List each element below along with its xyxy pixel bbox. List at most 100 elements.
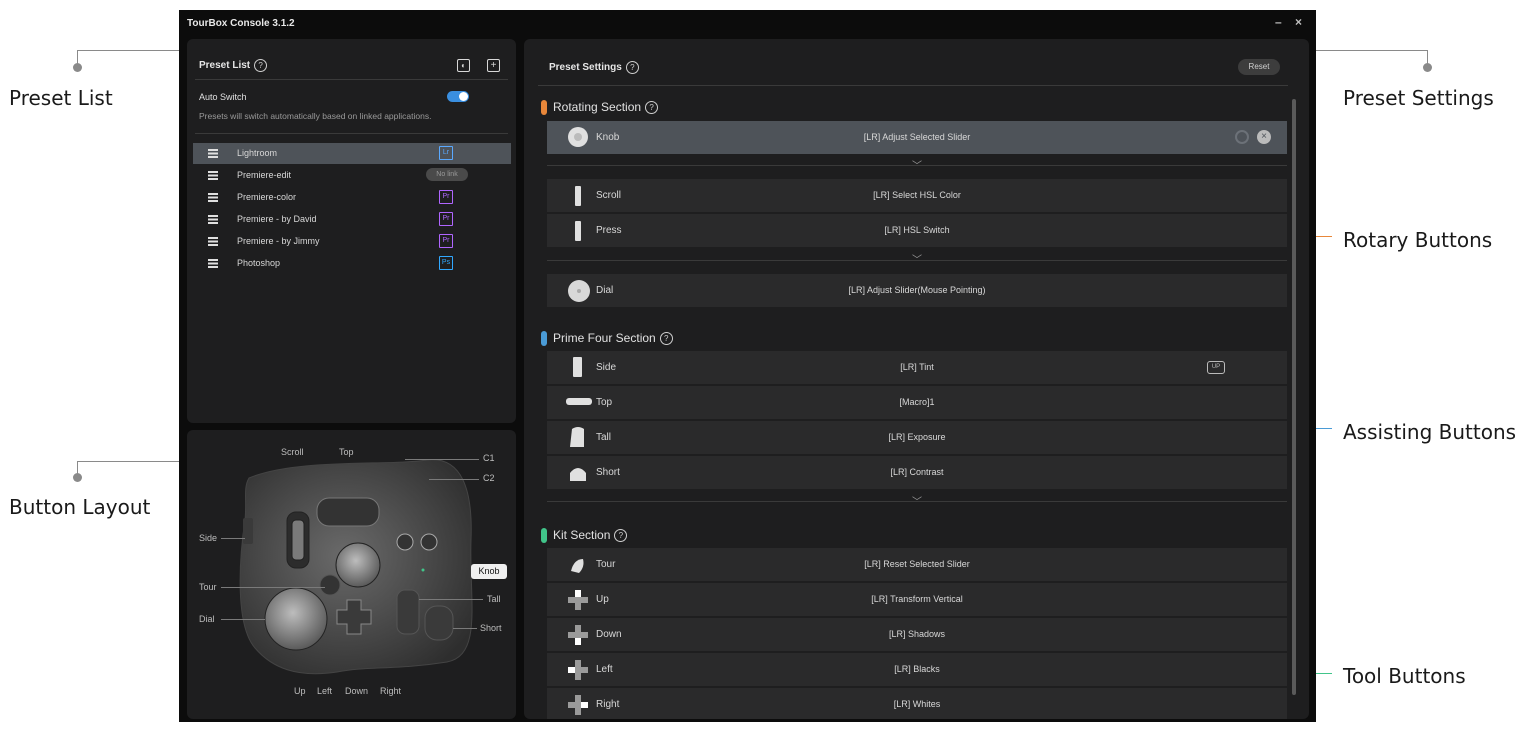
preset-item-lightroom[interactable]: Lightroom Lr xyxy=(193,143,511,164)
setting-row-knob[interactable]: Knob [LR] Adjust Selected Slider × xyxy=(547,121,1287,154)
setting-row-down[interactable]: Down [LR] Shadows xyxy=(547,618,1287,651)
title-bar: TourBox Console 3.1.2 – × xyxy=(179,10,1316,36)
setting-row-top[interactable]: Top [Macro]1 xyxy=(547,386,1287,419)
auto-switch-toggle[interactable] xyxy=(447,91,469,102)
preset-name: Premiere-edit xyxy=(237,170,292,180)
side-button xyxy=(243,518,253,544)
setting-row-tour[interactable]: Tour [LR] Reset Selected Slider xyxy=(547,548,1287,581)
help-icon[interactable]: ? xyxy=(645,101,659,115)
dial xyxy=(264,587,328,651)
button-layout-panel: Scroll Top C1 C2 Side Knob Tour Dial Tal… xyxy=(187,430,516,719)
setting-row-short[interactable]: Short [LR] Contrast xyxy=(547,456,1287,489)
label-dial: Dial xyxy=(199,614,215,624)
setting-row-dial[interactable]: Dial [LR] Adjust Slider(Mouse Pointing) xyxy=(547,274,1287,307)
menu-icon xyxy=(208,259,218,268)
row-function: [LR] Adjust Slider(Mouse Pointing) xyxy=(848,285,986,295)
import-preset-icon[interactable]: ◐ xyxy=(457,59,470,72)
preset-name: Photoshop xyxy=(237,258,281,268)
row-function: [LR] Shadows xyxy=(888,629,946,639)
label-top: Top xyxy=(339,447,354,457)
label-right: Right xyxy=(380,686,402,696)
divider xyxy=(538,85,1288,86)
row-function: [LR] Exposure xyxy=(888,432,946,442)
preset-item-premiere-color[interactable]: Premiere-color Pr xyxy=(193,187,511,208)
lightroom-app-icon: Lr xyxy=(439,146,453,160)
preset-item-premiere-jimmy[interactable]: Premiere - by Jimmy Pr xyxy=(193,231,511,252)
top-button xyxy=(316,497,380,527)
setting-row-right[interactable]: Right [LR] Whites xyxy=(547,688,1287,719)
label-c1: C1 xyxy=(483,453,495,463)
preset-name: Premiere-color xyxy=(237,192,297,202)
row-function: [LR] Transform Vertical xyxy=(871,594,963,604)
no-link-badge: No link xyxy=(426,168,468,181)
preset-name: Lightroom xyxy=(237,148,278,158)
menu-icon xyxy=(208,171,218,180)
chevron-down-icon[interactable]: ﹀ xyxy=(547,157,1287,172)
preset-name: Premiere - by Jimmy xyxy=(237,236,320,246)
tour-button xyxy=(319,574,341,596)
label-short: Short xyxy=(480,623,502,633)
help-icon[interactable]: ? xyxy=(254,59,268,72)
setting-row-up[interactable]: Up [LR] Transform Vertical xyxy=(547,583,1287,616)
row-function: [LR] Adjust Selected Slider xyxy=(863,132,971,142)
settings-icon[interactable] xyxy=(1235,130,1249,144)
leader-line xyxy=(419,599,483,600)
short-button xyxy=(424,605,454,641)
scroll-wheel-inner xyxy=(291,519,305,561)
preset-item-premiere-edit[interactable]: Premiere-edit No link xyxy=(193,165,511,186)
callout-line xyxy=(1427,50,1428,64)
setting-row-scroll[interactable]: Scroll [LR] Select HSL Color xyxy=(547,179,1287,212)
callout-assisting-buttons: Assisting Buttons xyxy=(1343,420,1517,444)
menu-icon xyxy=(208,149,218,158)
close-icon[interactable]: × xyxy=(1257,130,1271,144)
row-function: [LR] Blacks xyxy=(894,664,940,674)
label-side: Side xyxy=(199,533,218,543)
c1-button xyxy=(396,533,414,551)
row-function: [LR] Contrast xyxy=(890,467,944,477)
add-preset-icon[interactable]: + xyxy=(487,59,500,72)
auto-switch-label: Auto Switch xyxy=(199,92,247,102)
help-icon[interactable]: ? xyxy=(614,529,628,543)
label-tour: Tour xyxy=(199,582,217,592)
preset-item-photoshop[interactable]: Photoshop Ps xyxy=(193,253,511,274)
callout-preset-settings: Preset Settings xyxy=(1343,86,1494,110)
auto-switch-description: Presets will switch automatically based … xyxy=(199,111,432,121)
row-function: [LR] Tint xyxy=(900,362,934,372)
preset-settings-title: Preset Settings? xyxy=(549,61,639,74)
rotating-section-pill xyxy=(541,100,547,116)
setting-row-side[interactable]: Side [LR] Tint UP xyxy=(547,351,1287,384)
help-icon[interactable]: ? xyxy=(659,332,673,346)
c2-button xyxy=(420,533,438,551)
tourbox-device-diagram xyxy=(239,459,473,675)
label-up: Up xyxy=(294,686,306,696)
label-left: Left xyxy=(317,686,333,696)
chevron-down-icon[interactable]: ﹀ xyxy=(547,251,1287,266)
setting-row-left[interactable]: Left [LR] Blacks xyxy=(547,653,1287,686)
callout-rotary-buttons: Rotary Buttons xyxy=(1343,228,1493,252)
up-badge: UP xyxy=(1207,361,1225,374)
minimize-button[interactable]: – xyxy=(1275,15,1282,29)
setting-row-tall[interactable]: Tall [LR] Exposure xyxy=(547,421,1287,454)
knob-dot xyxy=(421,568,425,572)
row-function: [LR] Select HSL Color xyxy=(873,190,961,200)
divider xyxy=(195,133,508,134)
chevron-down-icon[interactable]: ﹀ xyxy=(547,493,1287,508)
scrollbar[interactable] xyxy=(1292,99,1296,695)
preset-item-premiere-david[interactable]: Premiere - by David Pr xyxy=(193,209,511,230)
premiere-app-icon: Pr xyxy=(439,234,453,248)
label-knob: Knob xyxy=(471,564,507,579)
tall-button xyxy=(396,589,420,635)
reset-button[interactable]: Reset xyxy=(1238,59,1280,75)
label-down: Down xyxy=(345,686,369,696)
setting-row-press[interactable]: Press [LR] HSL Switch xyxy=(547,214,1287,247)
callout-tool-buttons: Tool Buttons xyxy=(1343,664,1466,688)
preset-list-title-text: Preset List xyxy=(199,60,251,72)
preset-list-title: Preset List? xyxy=(199,59,268,72)
row-function: [LR] HSL Switch xyxy=(884,225,950,235)
callout-dot xyxy=(73,63,82,72)
leader-line xyxy=(221,587,325,588)
section-title: Prime Four Section xyxy=(553,331,656,345)
callout-line xyxy=(77,461,78,474)
close-button[interactable]: × xyxy=(1295,15,1302,29)
help-icon[interactable]: ? xyxy=(625,61,639,74)
